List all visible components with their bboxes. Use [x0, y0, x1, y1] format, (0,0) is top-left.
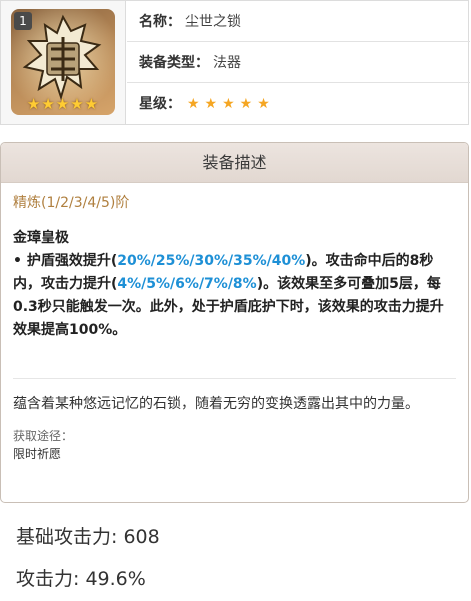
- type-row: 装备类型： 法器: [127, 42, 470, 83]
- effect-name: 金璋皇极: [13, 230, 69, 246]
- lore-text: 蕴含着某种悠远记忆的石锁，随着无穷的变换透露出其中的力量。: [13, 396, 419, 412]
- stats-section: 基础攻击力: 608 攻击力: 49.6%: [0, 513, 469, 600]
- effect-value-atk: 4%/5%/6%/7%/8%: [117, 276, 257, 292]
- weapon-image[interactable]: 1 ★★★★★: [11, 9, 115, 115]
- refine-level-badge: 1: [14, 12, 32, 30]
- source-label: 获取途径：: [13, 429, 74, 443]
- type-value: 法器: [213, 54, 241, 70]
- passive-effect: 金璋皇极 • 护盾强效提升(20%/25%/30%/35%/40%)。攻击命中后…: [1, 213, 468, 342]
- attack-percent-stat: 攻击力: 49.6%: [16, 568, 146, 590]
- refine-levels-title: 精炼(1/2/3/4/5)阶: [13, 195, 130, 211]
- item-rarity-stars-icon: ★★★★★: [26, 95, 100, 113]
- name-value: 尘世之锁: [185, 13, 241, 29]
- name-row: 名称： 尘世之锁: [127, 1, 470, 42]
- type-label: 装备类型：: [139, 54, 209, 70]
- description-panel: 装备描述 精炼(1/2/3/4/5)阶 金璋皇极 • 护盾强效提升(20%/25…: [0, 142, 469, 503]
- name-label: 名称：: [139, 13, 181, 29]
- rarity-label: 星级：: [139, 95, 181, 111]
- rarity-row: 星级： ★★★★★: [127, 83, 470, 124]
- base-attack-stat: 基础攻击力: 608: [16, 526, 160, 548]
- effect-value-shield: 20%/25%/30%/35%/40%: [117, 253, 306, 269]
- source-value: 限时祈愿: [13, 447, 62, 461]
- description-header: 装备描述: [1, 143, 468, 183]
- rarity-stars-icon: ★★★★★: [187, 95, 275, 111]
- weapon-icon-cell: 1 ★★★★★: [1, 1, 126, 124]
- weapon-info-card: 1 ★★★★★ 名称： 尘世之锁 装备类型： 法器 星级： ★★★★★: [0, 0, 470, 125]
- effect-text-1: • 护盾强效提升(: [13, 253, 118, 269]
